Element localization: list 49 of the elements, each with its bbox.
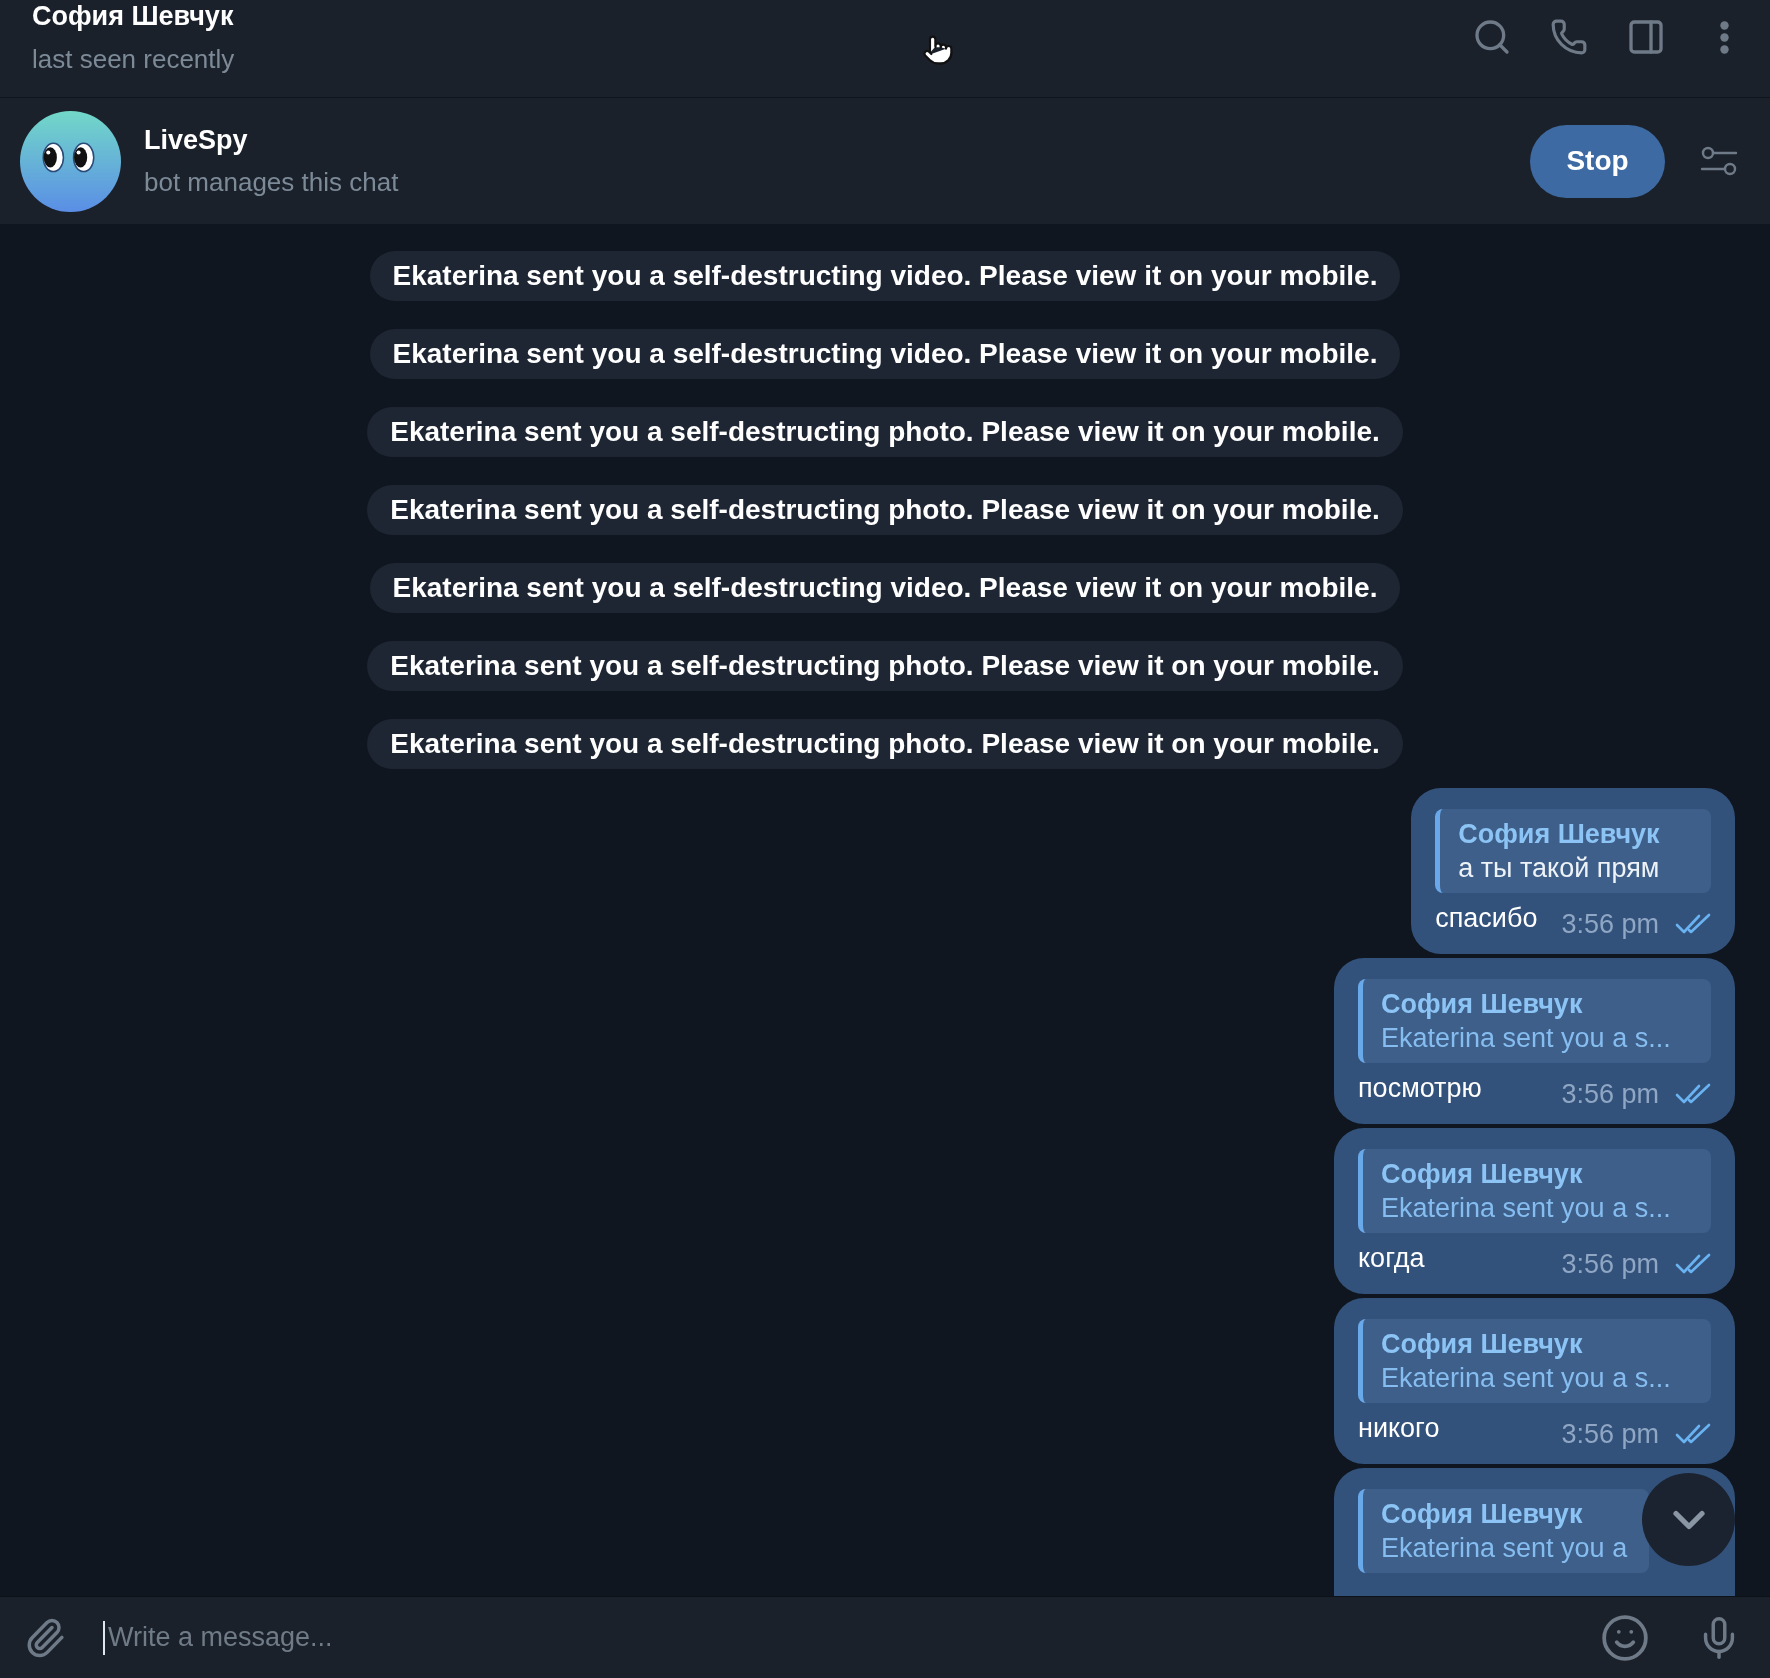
- more-icon: [1719, 20, 1729, 54]
- reply-text: Ekaterina sent you a s...: [1381, 1192, 1672, 1225]
- reply-author: София Шевчук: [1381, 1158, 1584, 1191]
- reply-author: София Шевчук: [1381, 1328, 1584, 1361]
- reply-text: Ekaterina sent you a s...: [1381, 1362, 1672, 1395]
- emoji-button[interactable]: [1600, 1612, 1650, 1663]
- text-cursor-icon: [103, 1620, 105, 1655]
- reply-quote[interactable]: София Шевчук Ekaterina sent you a: [1358, 1489, 1650, 1573]
- smile-icon: [1600, 1612, 1650, 1663]
- reply-author: София Шевчук: [1381, 1498, 1584, 1531]
- call-button[interactable]: [1550, 18, 1588, 56]
- chat-status: last seen recently: [32, 43, 235, 76]
- message-text: спасибо: [1435, 902, 1538, 935]
- sliders-icon: [1700, 145, 1738, 177]
- chat-title: София Шевчук: [32, 0, 235, 32]
- hand-pointer-icon: [922, 34, 954, 66]
- phone-icon: [1550, 18, 1588, 56]
- search-button[interactable]: [1472, 17, 1512, 57]
- reply-quote[interactable]: София Шевчук а ты такой прям: [1435, 809, 1711, 893]
- reply-quote[interactable]: София Шевчук Ekaterina sent you a s...: [1358, 1319, 1711, 1403]
- service-message: Ekaterina sent you a self-destructing photo. Please view it on your mobile.: [367, 719, 1403, 769]
- service-message: Ekaterina sent you a self-destructing video. Please view it on your mobile.: [369, 329, 1401, 379]
- stop-button[interactable]: Stop: [1530, 124, 1665, 198]
- service-message: Ekaterina sent you a self-destructing photo. Please view it on your mobile.: [367, 485, 1403, 535]
- bot-subtitle: bot manages this chat: [144, 166, 399, 199]
- reply-quote[interactable]: София Шевчук Ekaterina sent you a s...: [1358, 979, 1711, 1063]
- bot-name: LiveSpy: [144, 124, 249, 157]
- reply-author: София Шевчук: [1381, 988, 1584, 1021]
- message-text: никого: [1358, 1412, 1440, 1445]
- reply-text: а ты такой прям: [1458, 852, 1661, 885]
- bot-avatar-icon: [20, 110, 121, 212]
- reply-author: София Шевчук: [1458, 818, 1661, 851]
- message-text: посмотрю: [1358, 1072, 1482, 1105]
- search-icon: [1472, 17, 1512, 57]
- service-message: Ekaterina sent you a self-destructing photo. Please view it on your mobile.: [367, 641, 1403, 691]
- service-message: Ekaterina sent you a self-destructing photo. Please view it on your mobile.: [367, 407, 1403, 457]
- message-time: 3:56 pm: [1561, 1078, 1659, 1111]
- message-time: 3:56 pm: [1561, 908, 1659, 941]
- service-message: Ekaterina sent you a self-destructing video. Please view it on your mobile.: [369, 563, 1401, 613]
- reply-quote[interactable]: София Шевчук Ekaterina sent you a s...: [1358, 1149, 1711, 1233]
- reply-text: Ekaterina sent you a: [1381, 1532, 1628, 1565]
- reply-text: Ekaterina sent you a s...: [1381, 1022, 1672, 1055]
- service-message: Ekaterina sent you a self-destructing video. Please view it on your mobile.: [369, 251, 1401, 301]
- sidebar-toggle-button[interactable]: [1626, 17, 1666, 57]
- side-panel-icon: [1626, 17, 1666, 57]
- message-time: 3:56 pm: [1561, 1248, 1659, 1281]
- message-text: когда: [1358, 1242, 1425, 1275]
- bot-settings-button[interactable]: [1700, 145, 1738, 177]
- message-time: 3:56 pm: [1561, 1418, 1659, 1451]
